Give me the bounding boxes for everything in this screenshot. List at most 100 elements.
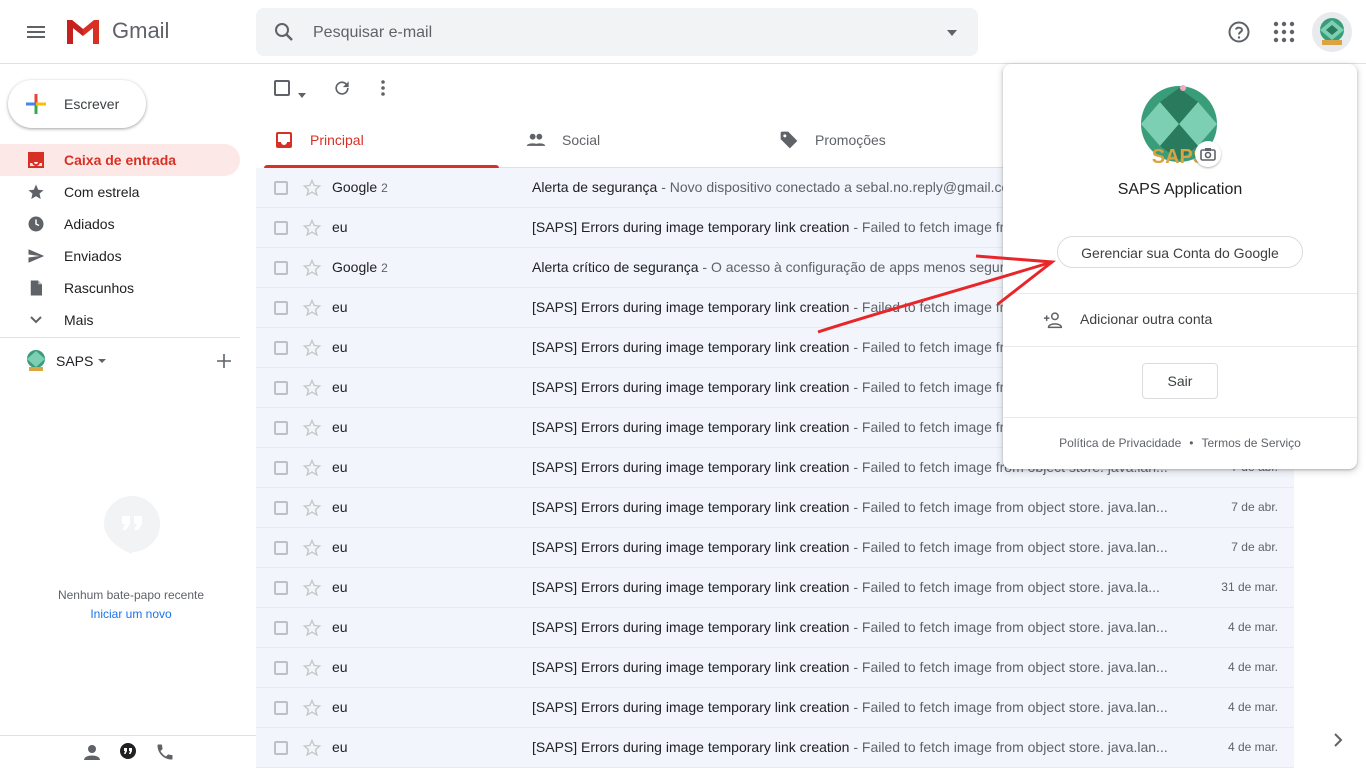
sidebar-item-sent[interactable]: Enviados [0, 240, 240, 272]
email-row[interactable]: eu [SAPS] Errors during image temporary l… [256, 608, 1294, 648]
row-checkbox[interactable] [274, 421, 288, 435]
search-options-icon[interactable] [946, 26, 958, 38]
row-checkbox[interactable] [274, 261, 288, 275]
email-sender: eu [332, 419, 348, 435]
row-checkbox[interactable] [274, 581, 288, 595]
top-bar: Gmail Pesquisar e-mail [0, 0, 1366, 64]
tab-promocoes[interactable]: Promoções [769, 112, 1004, 168]
privacy-link[interactable]: Política de Privacidade [1059, 436, 1181, 450]
email-sender: Google 2 [332, 179, 388, 195]
email-snippet: - Failed to fetch image from object stor… [849, 659, 1168, 675]
row-checkbox[interactable] [274, 741, 288, 755]
main-menu-icon[interactable] [24, 20, 48, 44]
manage-account-button[interactable]: Gerenciar sua Conta do Google [1057, 236, 1303, 268]
email-date: 4 de mar. [1227, 620, 1278, 634]
row-checkbox[interactable] [274, 181, 288, 195]
email-row[interactable]: eu [SAPS] Errors during image temporary l… [256, 488, 1294, 528]
star-icon[interactable] [302, 338, 322, 358]
star-icon[interactable] [302, 538, 322, 558]
new-chat-plus-icon[interactable] [214, 351, 234, 371]
sidebar-item-starred[interactable]: Com estrela [0, 176, 240, 208]
email-sender: eu [332, 739, 348, 755]
email-subject-line: [SAPS] Errors during image temporary lin… [532, 699, 1184, 715]
email-snippet: - Failed to fetch image from object stor… [849, 499, 1168, 515]
star-icon[interactable] [302, 378, 322, 398]
tag-icon [780, 131, 798, 149]
search-bar[interactable]: Pesquisar e-mail [256, 8, 978, 56]
send-icon [26, 246, 46, 266]
select-dropdown-icon[interactable] [298, 86, 306, 98]
star-icon[interactable] [302, 258, 322, 278]
star-icon[interactable] [302, 418, 322, 438]
row-checkbox[interactable] [274, 661, 288, 675]
chevron-right-icon[interactable] [1330, 732, 1346, 748]
search-icon[interactable] [272, 20, 296, 44]
compose-button[interactable]: Escrever [8, 80, 146, 128]
add-account-button[interactable]: Adicionar outra conta [1003, 294, 1357, 346]
row-checkbox[interactable] [274, 341, 288, 355]
sidebar-item-inbox[interactable]: Caixa de entrada [0, 144, 240, 176]
email-subject: Alerta de segurança [532, 179, 658, 195]
sidebar-item-drafts[interactable]: Rascunhos [0, 272, 240, 304]
sign-out-button[interactable]: Sair [1142, 363, 1218, 399]
account-avatar[interactable] [1312, 12, 1352, 52]
email-subject-line: [SAPS] Errors during image temporary lin… [532, 619, 1184, 635]
saps-avatar-icon [27, 350, 45, 371]
email-snippet: - Failed to fetch image from object stor… [849, 579, 1160, 595]
gmail-logo[interactable]: Gmail [64, 16, 169, 46]
camera-icon[interactable] [1195, 141, 1221, 167]
start-new-chat-link[interactable]: Iniciar um novo [0, 607, 262, 621]
contacts-icon[interactable] [82, 742, 102, 762]
star-icon[interactable] [302, 458, 322, 478]
row-checkbox[interactable] [274, 501, 288, 515]
more-options-icon[interactable] [373, 78, 393, 98]
tab-principal[interactable]: Principal [264, 112, 499, 168]
star-icon[interactable] [302, 578, 322, 598]
star-icon[interactable] [302, 218, 322, 238]
email-row[interactable]: eu [SAPS] Errors during image temporary l… [256, 648, 1294, 688]
star-icon[interactable] [302, 618, 322, 638]
email-row[interactable]: eu [SAPS] Errors during image temporary l… [256, 688, 1294, 728]
row-checkbox[interactable] [274, 621, 288, 635]
sidebar-item-label: Com estrela [64, 184, 140, 200]
sidebar-item-label: Mais [64, 312, 94, 328]
email-subject: [SAPS] Errors during image temporary lin… [532, 579, 850, 595]
email-subject-line: [SAPS] Errors during image temporary lin… [532, 539, 1184, 555]
tab-label: Social [562, 132, 601, 148]
star-icon[interactable] [302, 298, 322, 318]
star-icon[interactable] [302, 658, 322, 678]
hangouts-chat-icon[interactable] [118, 742, 138, 762]
email-row[interactable]: eu [SAPS] Errors during image temporary l… [256, 568, 1294, 608]
star-icon[interactable] [302, 498, 322, 518]
email-row[interactable]: eu [SAPS] Errors during image temporary l… [256, 528, 1294, 568]
phone-icon[interactable] [155, 742, 175, 762]
hangouts-account-switcher[interactable]: SAPS [22, 346, 242, 376]
row-checkbox[interactable] [274, 301, 288, 315]
sidebar-item-more[interactable]: Mais [0, 304, 240, 336]
row-checkbox[interactable] [274, 461, 288, 475]
email-row[interactable]: eu [SAPS] Errors during image temporary l… [256, 728, 1294, 768]
star-icon[interactable] [302, 738, 322, 758]
google-apps-icon[interactable] [1273, 21, 1295, 43]
search-input[interactable]: Pesquisar e-mail [313, 24, 432, 42]
row-checkbox[interactable] [274, 221, 288, 235]
account-popup: SAPS SAPS Application Gerenciar sua Cont… [1003, 64, 1357, 469]
tab-social[interactable]: Social [516, 112, 751, 168]
select-all-checkbox[interactable] [274, 80, 290, 96]
row-checkbox[interactable] [274, 541, 288, 555]
refresh-icon[interactable] [332, 78, 352, 98]
draft-icon [26, 278, 46, 298]
star-icon[interactable] [302, 178, 322, 198]
email-sender: eu [332, 699, 348, 715]
star-icon[interactable] [302, 698, 322, 718]
row-checkbox[interactable] [274, 701, 288, 715]
sidebar-item-snoozed[interactable]: Adiados [0, 208, 240, 240]
email-date: 4 de mar. [1227, 700, 1278, 714]
sidebar-item-label: Rascunhos [64, 280, 135, 296]
email-subject: [SAPS] Errors during image temporary lin… [532, 699, 850, 715]
terms-link[interactable]: Termos de Serviço [1201, 436, 1300, 450]
email-sender: eu [332, 339, 348, 355]
row-checkbox[interactable] [274, 381, 288, 395]
email-subject-line: [SAPS] Errors during image temporary lin… [532, 739, 1184, 755]
help-icon[interactable] [1227, 20, 1251, 44]
